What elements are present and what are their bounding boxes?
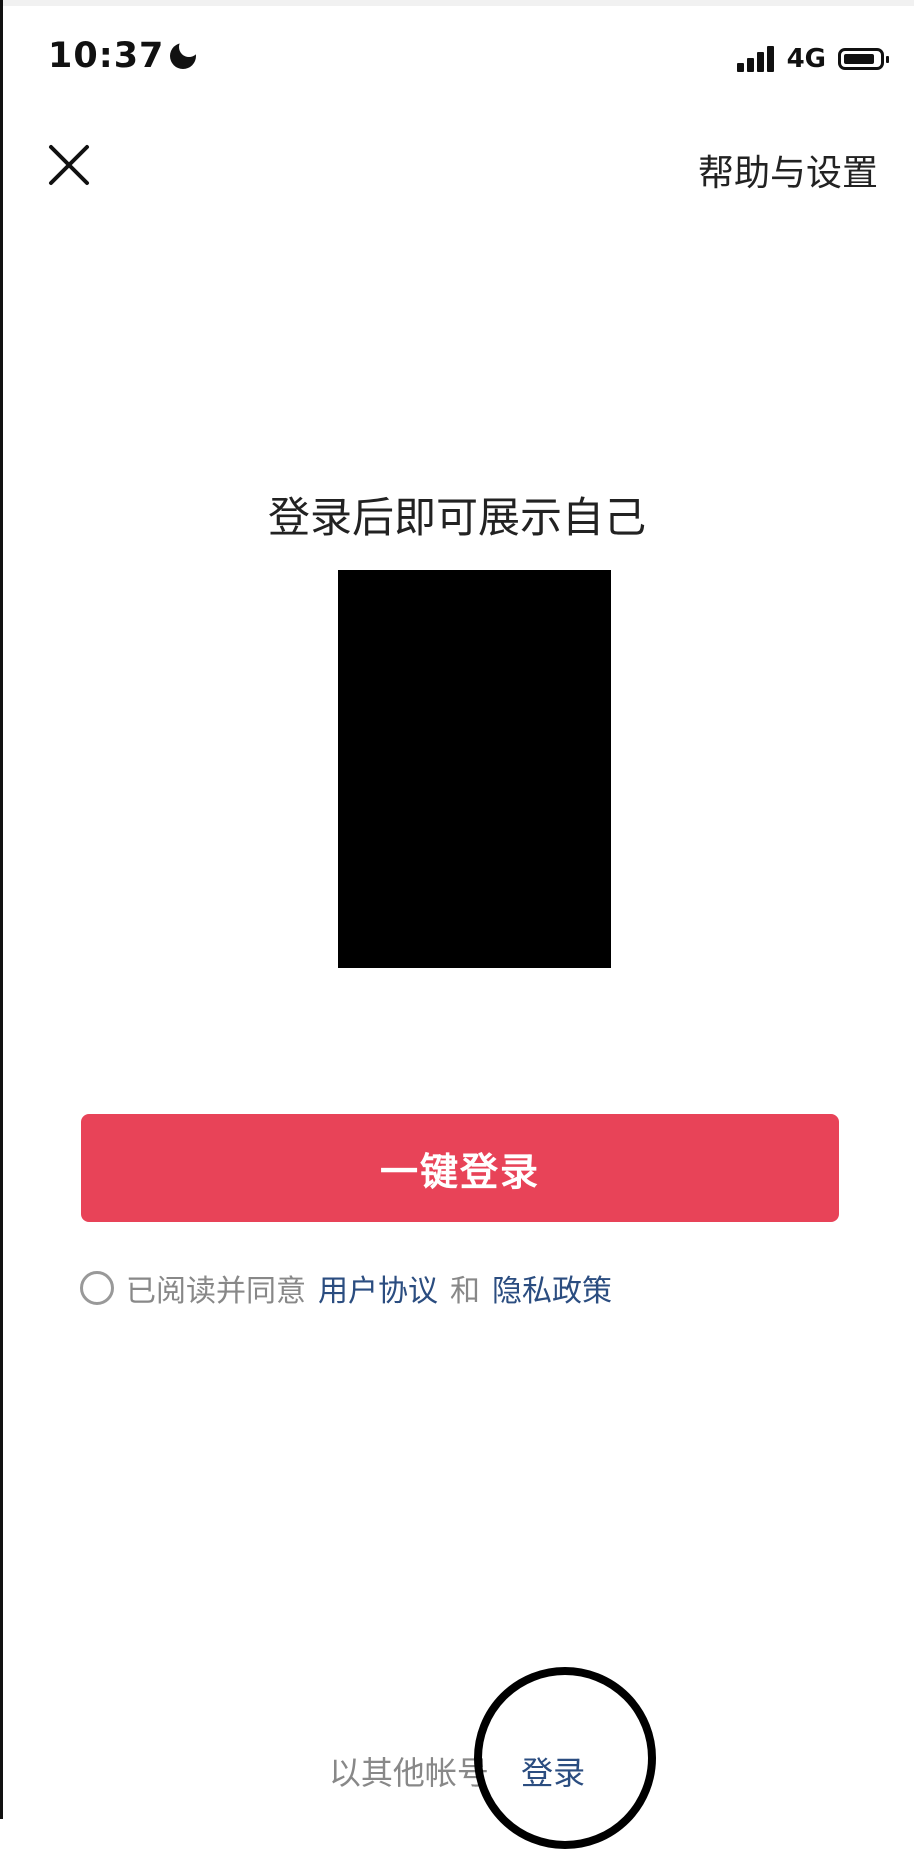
user-agreement-link[interactable]: 用户协议 — [318, 1266, 438, 1310]
status-time-text: 10:37 — [48, 36, 165, 76]
close-icon — [49, 145, 89, 185]
redacted-image — [338, 570, 611, 968]
status-time: 10:37 — [48, 36, 200, 76]
signal-icon — [736, 46, 777, 72]
screen-left-edge — [0, 0, 3, 1819]
agreement-row: 已阅读并同意 用户协议 和 隐私政策 — [80, 1266, 612, 1310]
help-settings-link[interactable]: 帮助与设置 — [698, 144, 878, 196]
close-button[interactable] — [46, 142, 92, 188]
other-account-prefix: 以其他帐号 — [328, 1754, 489, 1792]
screen-top-edge — [0, 0, 914, 6]
agreement-and: 和 — [450, 1274, 480, 1309]
privacy-policy-link[interactable]: 隐私政策 — [492, 1266, 612, 1310]
status-indicators: 4G — [736, 44, 889, 74]
one-click-login-button[interactable]: 一键登录 — [81, 1114, 839, 1222]
network-label: 4G — [786, 44, 826, 74]
agreement-prefix: 已阅读并同意 — [126, 1274, 306, 1309]
battery-icon — [838, 48, 889, 70]
other-account-login-row: 以其他帐号 登录 — [0, 1748, 914, 1794]
agreement-checkbox[interactable] — [80, 1271, 114, 1305]
page-title: 登录后即可展示自己 — [267, 493, 646, 542]
other-account-login-link[interactable]: 登录 — [521, 1754, 585, 1792]
moon-icon — [170, 37, 200, 69]
